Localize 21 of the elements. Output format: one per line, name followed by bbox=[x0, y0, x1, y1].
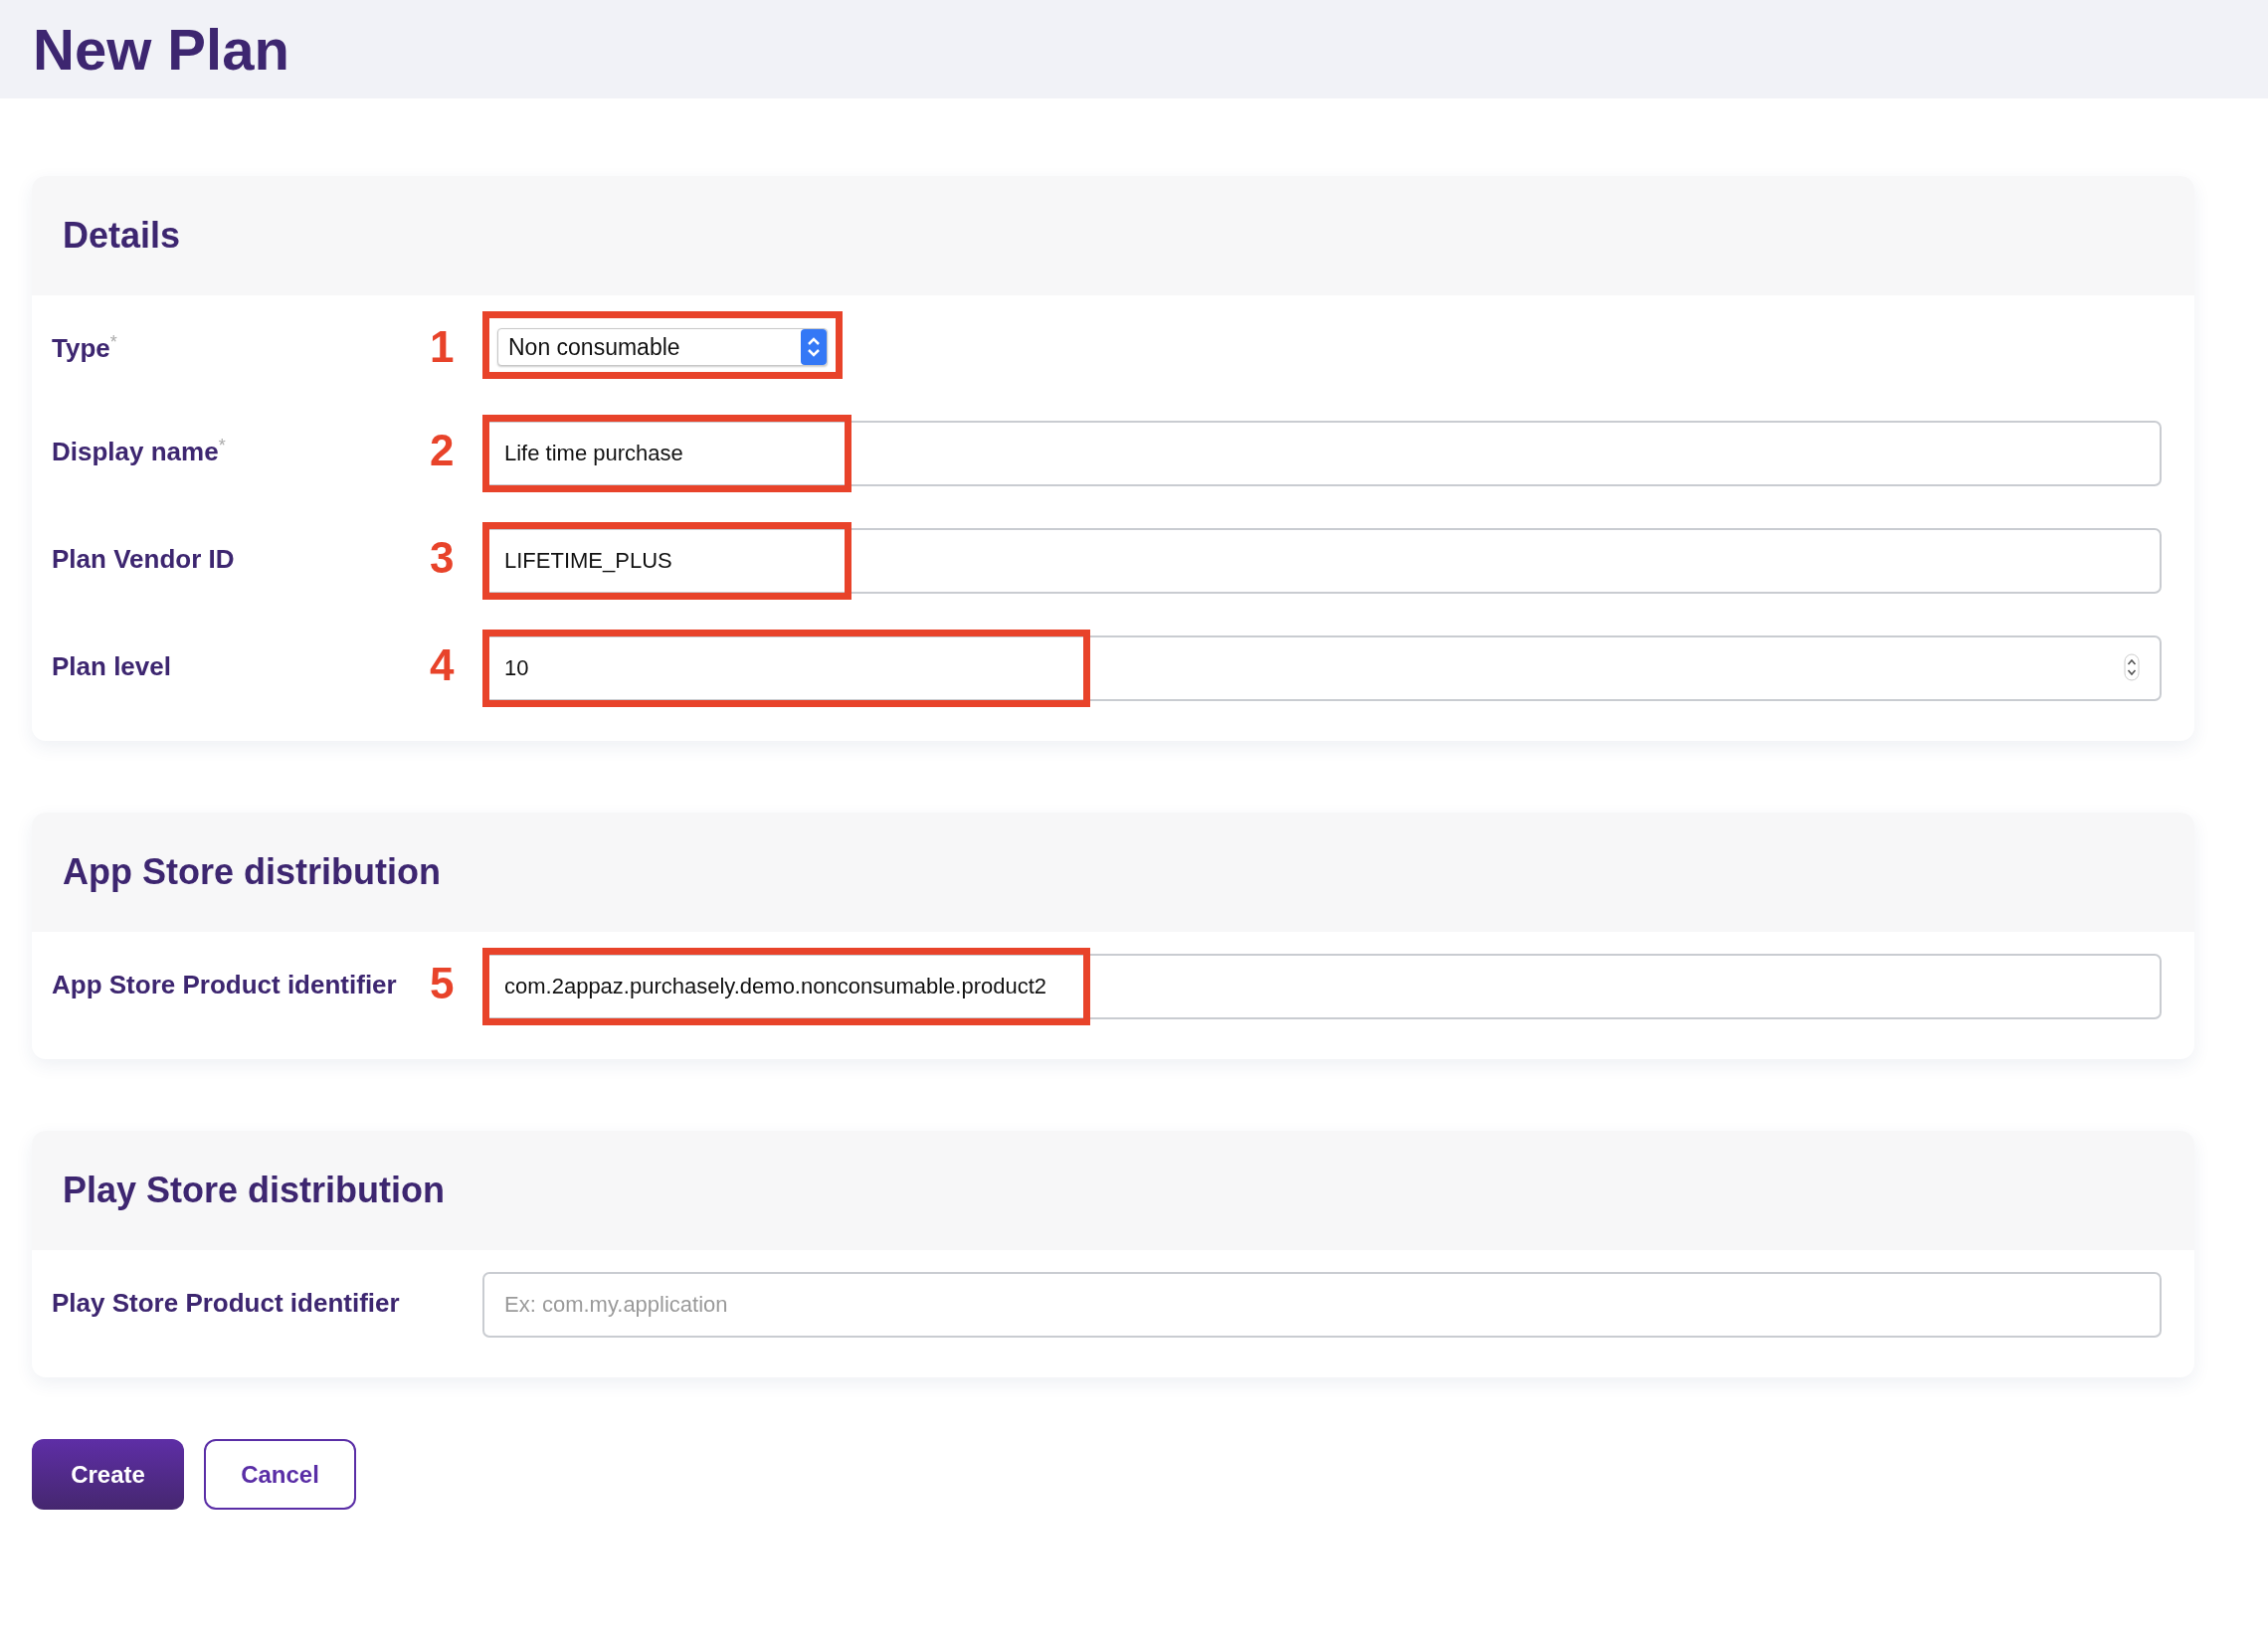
section-title: Details bbox=[63, 214, 181, 258]
field-label: Display name* bbox=[51, 435, 227, 468]
section-title: Play Store distribution bbox=[63, 1169, 446, 1212]
page-title: New Plan bbox=[33, 15, 289, 84]
stepper-icon bbox=[801, 329, 827, 365]
annotation-number: 2 bbox=[430, 426, 455, 474]
text-input-field[interactable]: Ex: com.my.application bbox=[482, 1272, 2162, 1338]
field-label: Type* bbox=[51, 331, 118, 365]
cancel-button[interactable]: Cancel bbox=[204, 1439, 356, 1510]
annotation-number: 1 bbox=[430, 322, 455, 371]
field-label: Plan Vendor ID bbox=[51, 543, 236, 576]
annotation-number: 5 bbox=[430, 959, 455, 1007]
field-label: Plan level bbox=[51, 650, 172, 683]
create-button[interactable]: Create bbox=[32, 1439, 184, 1510]
select-field[interactable]: Non consumable bbox=[497, 328, 828, 366]
annotation-number: 3 bbox=[430, 533, 455, 582]
section-title: App Store distribution bbox=[63, 850, 441, 894]
field-label: Play Store Product identifier bbox=[51, 1287, 401, 1320]
annotation-number: 4 bbox=[430, 640, 455, 689]
field-label: App Store Product identifier bbox=[51, 969, 398, 1001]
spinner-icon[interactable] bbox=[2124, 653, 2140, 681]
